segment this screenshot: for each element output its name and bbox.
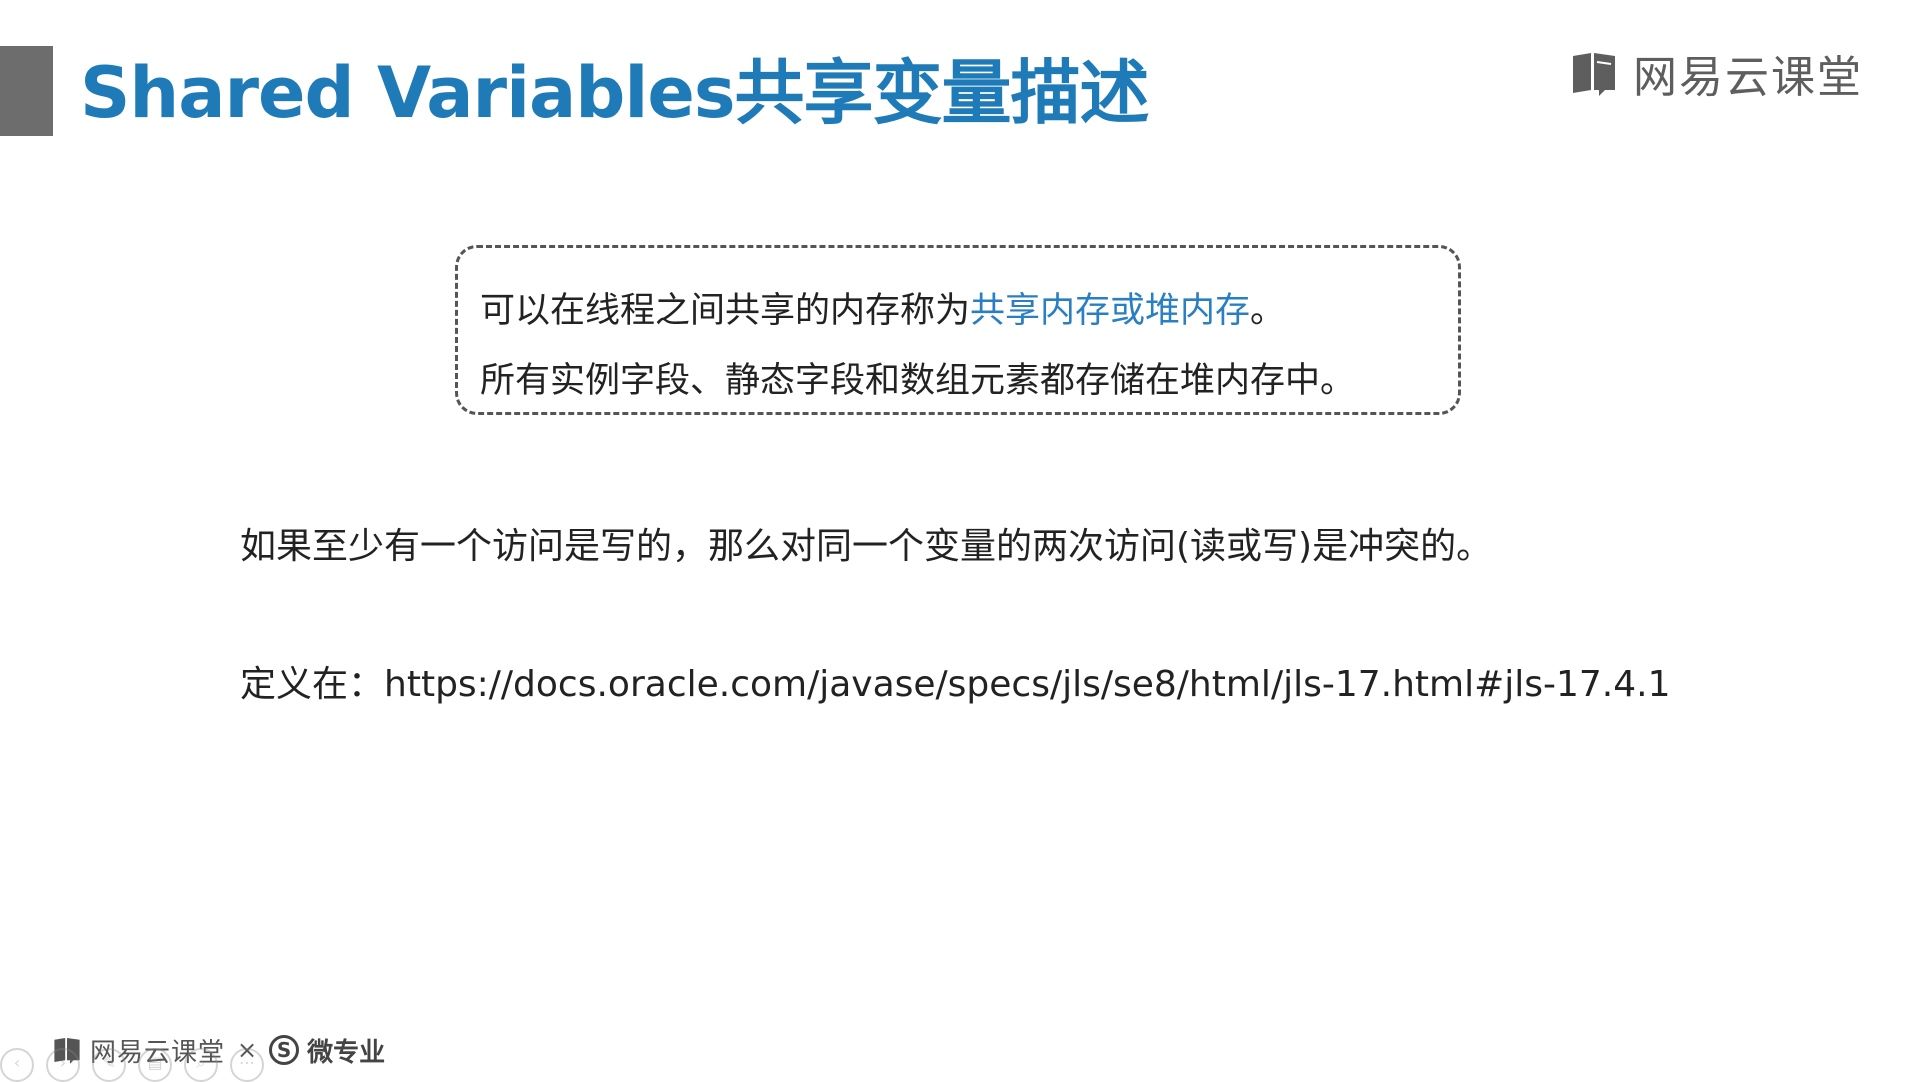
slide: Shared Variables共享变量描述 网易云课堂 可以在线程之间共享的内…	[0, 0, 1909, 1082]
conflict-paragraph: 如果至少有一个访问是写的，那么对同一个变量的两次访问(读或写)是冲突的。	[240, 526, 1493, 567]
brand-logo: 网易云课堂	[1569, 48, 1863, 103]
next-icon[interactable]: ›	[46, 1048, 80, 1082]
box-line-2: 所有实例字段、静态字段和数组元素都存储在堆内存中。	[480, 361, 1356, 401]
title-accent-block	[0, 46, 53, 136]
box-line-1: 可以在线程之间共享的内存称为共享内存或堆内存。	[480, 276, 1458, 346]
definition-url: https://docs.oracle.com/javase/specs/jls…	[384, 664, 1671, 705]
prev-icon[interactable]: ‹	[0, 1048, 34, 1082]
footer-partner-name: 微专业	[307, 1037, 386, 1068]
definition-label: 定义在：	[240, 664, 385, 705]
more-icon[interactable]: ⋯	[230, 1048, 264, 1082]
presentation-controls: ‹ › ✎ ▤ ⌕ ⋯	[0, 1048, 264, 1082]
zoom-icon[interactable]: ⌕	[184, 1048, 218, 1082]
box-line-1-prefix: 可以在线程之间共享的内存称为	[480, 291, 971, 331]
menu-icon[interactable]: ▤	[138, 1048, 172, 1082]
pen-icon[interactable]: ✎	[92, 1048, 126, 1082]
footer-s-logo-icon: S	[269, 1035, 300, 1065]
brand-name: 网易云课堂	[1633, 52, 1863, 103]
box-line-1-highlight: 共享内存或堆内存	[970, 291, 1251, 331]
definition-box: 可以在线程之间共享的内存称为共享内存或堆内存。 所有实例字段、静态字段和数组元素…	[455, 245, 1461, 415]
slide-title: Shared Variables共享变量描述	[80, 52, 1150, 134]
book-icon	[1573, 53, 1615, 96]
box-line-1-suffix: 。	[1250, 291, 1286, 331]
definition-paragraph: 定义在：https://docs.oracle.com/javase/specs…	[240, 660, 1671, 710]
